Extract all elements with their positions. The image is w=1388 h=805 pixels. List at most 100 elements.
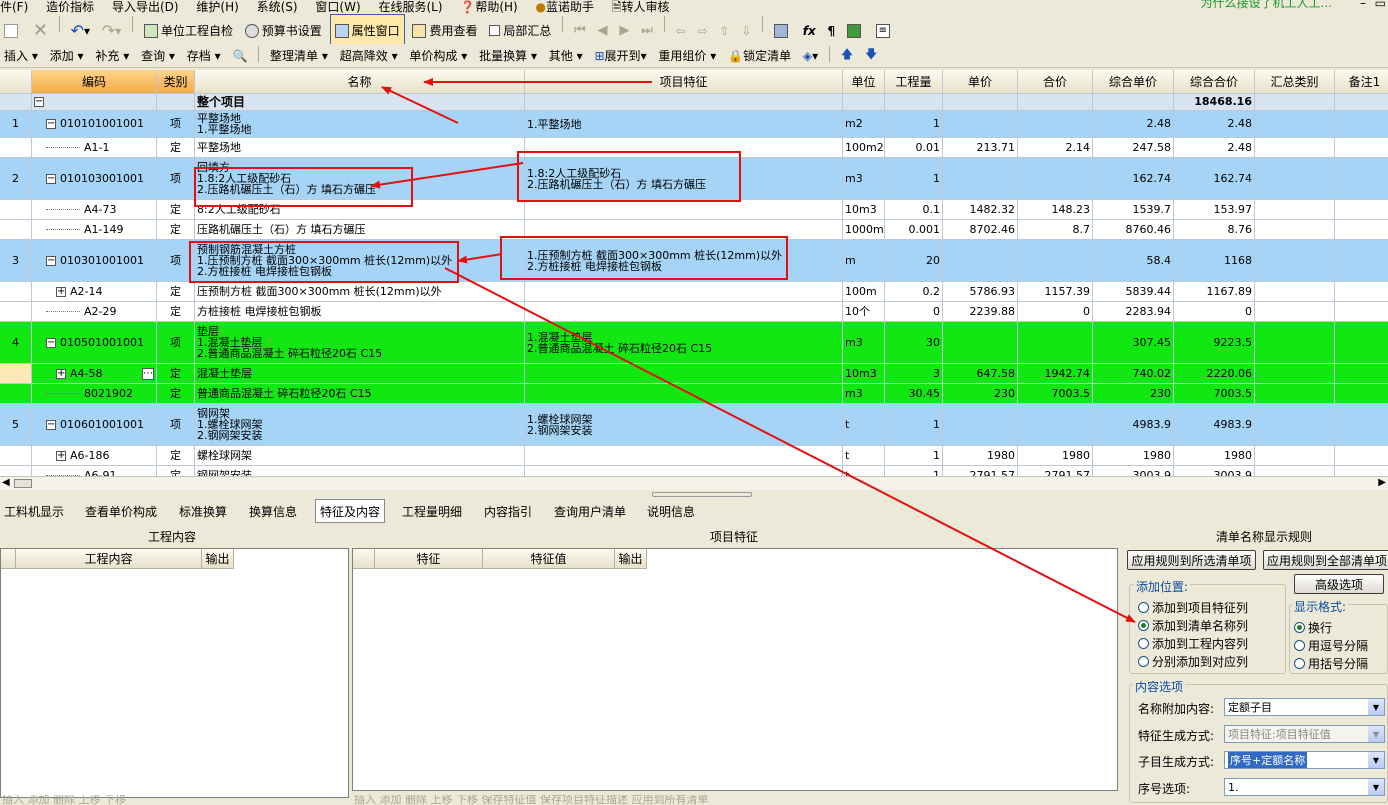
row-unit[interactable]: m3 xyxy=(843,322,885,363)
row-cprice[interactable]: 8760.46 xyxy=(1093,220,1174,239)
other-dropdown[interactable]: 其他 ▾ xyxy=(545,44,587,67)
header-name[interactable]: 名称 xyxy=(195,70,525,93)
row-feature[interactable]: 1.压预制方桩 截面300×300mm 桩长(12mm)以外 2.方桩接桩 电焊接… xyxy=(525,240,843,281)
formula-button[interactable]: fx xyxy=(799,14,820,47)
row-unit[interactable]: m2 xyxy=(843,111,885,137)
row-cprice[interactable]: 2283.94 xyxy=(1093,302,1174,321)
row-feature[interactable] xyxy=(525,466,843,476)
row-feature[interactable] xyxy=(525,384,843,403)
radio-format-newline[interactable]: 换行 xyxy=(1294,619,1332,636)
row-remark[interactable] xyxy=(1335,364,1388,383)
row-cprice[interactable]: 5839.44 xyxy=(1093,282,1174,301)
header-qty[interactable]: 工程量 xyxy=(885,70,943,93)
row-ctotal[interactable]: 2.48 xyxy=(1174,111,1255,137)
last-button[interactable]: ⏭ xyxy=(637,14,657,47)
row-remark[interactable] xyxy=(1335,322,1388,363)
find-button[interactable]: 🔍 xyxy=(228,44,251,67)
move-up-arrow-button[interactable]: 🡅 xyxy=(837,44,857,67)
row-name[interactable]: 平整场地 1.平整场地 xyxy=(195,111,525,137)
budget-settings-button[interactable]: 预算书设置 xyxy=(241,14,326,47)
col-output[interactable]: 输出 xyxy=(615,549,647,569)
row-qty[interactable]: 0 xyxy=(885,302,943,321)
unit-price-dropdown[interactable]: 单价构成 ▾ xyxy=(405,44,471,67)
row-feature[interactable] xyxy=(525,220,843,239)
minimize-icon[interactable]: – xyxy=(1360,0,1366,9)
header-feature[interactable]: 项目特征 xyxy=(525,70,843,93)
row-qty[interactable]: 0.1 xyxy=(885,200,943,219)
table-row[interactable]: + A4-58 ⋯ 定混凝土垫层 10m3 3 647.58 1942.74 740.02 222… xyxy=(0,364,1388,384)
table-row[interactable]: A1-149 定压路机碾压土（石）方 填石方碾压 1000m30.0018702.4… xyxy=(0,220,1388,240)
row-price[interactable]: 2791.57 xyxy=(943,466,1018,476)
row-ctotal[interactable]: 1168 xyxy=(1174,240,1255,281)
query-dropdown[interactable]: 查询 ▾ xyxy=(137,44,179,67)
reuse-pricing-dropdown[interactable]: 重用组价 ▾ xyxy=(654,44,720,67)
row-remark[interactable] xyxy=(1335,220,1388,239)
row-name[interactable]: 方桩接桩 电焊接桩包钢板 xyxy=(195,302,525,321)
row-summary-type[interactable] xyxy=(1255,200,1335,219)
expand-toggle[interactable]: − xyxy=(32,94,157,110)
menu-assistant[interactable]: ●蓝诺助手 xyxy=(536,1,595,13)
radio-add-each[interactable]: 分别添加到对应列 xyxy=(1138,653,1248,670)
property-window-button[interactable]: 属性窗口 xyxy=(329,14,405,47)
unit-project-check-button[interactable]: 单位工程自检 xyxy=(140,14,237,47)
row-summary-type[interactable] xyxy=(1255,240,1335,281)
col-output[interactable]: 输出 xyxy=(202,549,234,569)
batch-convert-dropdown[interactable]: 批量换算 ▾ xyxy=(475,44,541,67)
radio-format-bracket[interactable]: 用括号分隔 xyxy=(1294,655,1368,672)
prev-button[interactable]: ◀ xyxy=(594,14,612,47)
undo-button[interactable]: ↶ ▾ xyxy=(67,14,94,47)
row-price[interactable]: 647.58 xyxy=(943,364,1018,383)
row-ctotal[interactable]: 8.76 xyxy=(1174,220,1255,239)
delete-button[interactable]: ✕ xyxy=(29,14,52,47)
row-cprice[interactable]: 58.4 xyxy=(1093,240,1174,281)
menu-system[interactable]: 系统(S) xyxy=(257,1,298,13)
calculator-button[interactable] xyxy=(770,14,795,47)
add-dropdown[interactable]: 添加 ▾ xyxy=(46,44,88,67)
row-name[interactable]: 压预制方桩 截面300×300mm 桩长(12mm)以外 xyxy=(195,282,525,301)
row-unit[interactable]: 10m3 xyxy=(843,200,885,219)
row-name[interactable]: 垫层 1.混凝土垫层 2.普通商品混凝土 碎石粒径20石 C15 xyxy=(195,322,525,363)
expand-icon[interactable]: + xyxy=(56,450,66,461)
scroll-left-icon[interactable]: ◀ xyxy=(2,477,10,488)
row-remark[interactable] xyxy=(1335,404,1388,445)
row-name[interactable]: 混凝土垫层 xyxy=(195,364,525,383)
menu-help[interactable]: ❓帮助(H) xyxy=(460,1,517,13)
expand-icon[interactable]: + xyxy=(56,368,66,379)
table-row[interactable]: A4-73 定 8:2人工级配砂石 10m3 0.1 1482.32 148.23 1539.… xyxy=(0,200,1388,220)
row-cprice[interactable]: 247.58 xyxy=(1093,138,1174,157)
row-summary-type[interactable] xyxy=(1255,158,1335,199)
row-total[interactable]: 0 xyxy=(1018,302,1093,321)
row-code[interactable]: −010501001001 xyxy=(32,322,157,363)
row-feature[interactable]: 1.混凝土垫层 2.普通商品混凝土 碎石粒径20石 C15 xyxy=(525,322,843,363)
table-row[interactable]: A2-29 定方桩接桩 电焊接桩包钢板 10个 0 2239.88 0 2283.94 0 xyxy=(0,302,1388,322)
table-row[interactable]: 2−010103001001 项回填方 1.8:2人工级配砂石 2.压路机碾压土（石）… xyxy=(0,158,1388,200)
more-icon[interactable]: ⋯ xyxy=(142,367,154,380)
row-price[interactable] xyxy=(943,111,1018,137)
redo-button[interactable]: ↷ ▾ xyxy=(98,14,125,47)
row-remark[interactable] xyxy=(1335,466,1388,476)
row-total[interactable]: 1980 xyxy=(1018,446,1093,465)
row-qty[interactable]: 1 xyxy=(885,158,943,199)
table-row[interactable]: 3−010301001001 项预制钢筋混凝土方桩 1.压预制方桩 截面300×30… xyxy=(0,240,1388,282)
header-total[interactable]: 合价 xyxy=(1018,70,1093,93)
row-code[interactable]: 8021902 xyxy=(32,384,157,403)
tab-unit-price-composition[interactable]: 查看单价构成 xyxy=(81,499,161,523)
row-remark[interactable] xyxy=(1335,158,1388,199)
row-ctotal[interactable]: 2220.06 xyxy=(1174,364,1255,383)
row-summary-type[interactable] xyxy=(1255,322,1335,363)
menu-maintain[interactable]: 维护(H) xyxy=(196,1,238,13)
row-cprice[interactable]: 230 xyxy=(1093,384,1174,403)
row-code[interactable]: + A4-58 ⋯ xyxy=(32,364,157,383)
row-name[interactable]: 回填方 1.8:2人工级配砂石 2.压路机碾压土（石）方 填石方碾压 xyxy=(195,158,525,199)
row-code[interactable]: A2-29 xyxy=(32,302,157,321)
row-unit[interactable]: 100m xyxy=(843,282,885,301)
row-ctotal[interactable]: 4983.9 xyxy=(1174,404,1255,445)
local-summary-checkbox[interactable]: 局部汇总 xyxy=(485,14,555,47)
table-row[interactable]: A1-1 定平整场地 100m2 0.01 213.71 2.14 247.58 2.48 xyxy=(0,138,1388,158)
row-summary-type[interactable] xyxy=(1255,220,1335,239)
row-unit[interactable]: m3 xyxy=(843,384,885,403)
row-summary-type[interactable] xyxy=(1255,302,1335,321)
row-cprice[interactable]: 1539.7 xyxy=(1093,200,1174,219)
expand-to-dropdown[interactable]: ⊞ 展开到 ▾ xyxy=(590,44,650,67)
row-unit[interactable]: m3 xyxy=(843,158,885,199)
